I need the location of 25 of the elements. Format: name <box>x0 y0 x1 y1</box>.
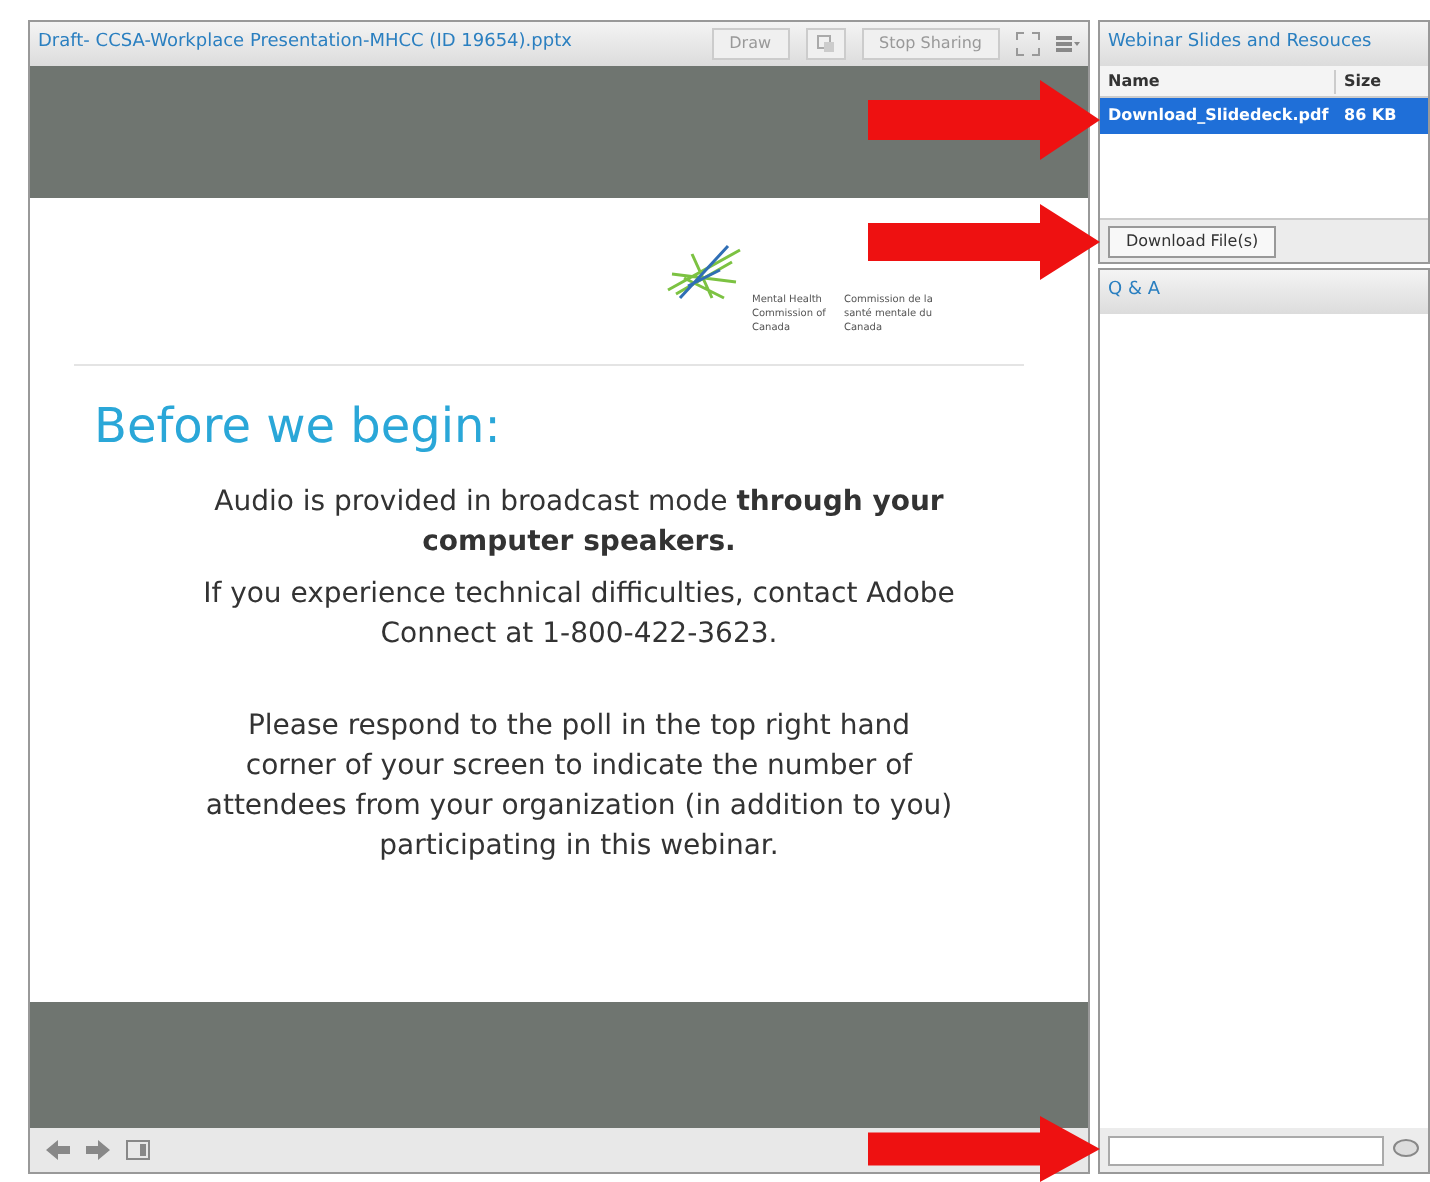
file-row[interactable]: Download_Slidedeck.pdf 86 KB <box>1100 98 1428 134</box>
question-field[interactable] <box>1108 1135 1384 1165</box>
pod-title: Draft- CCSA-Workplace Presentation-MHCC (ID 19654).pptx <box>38 30 572 57</box>
logo-icon <box>664 242 744 302</box>
pod-title: Webinar Slides and Resouces <box>1108 30 1372 57</box>
toolbar-button[interactable]: Stop Sharing <box>861 28 1000 60</box>
slide-text: Please respond to the poll in the top right hand corner of your screen to indicate the number of attendees from your organization (in addition to you) participating in this webinar. <box>203 708 955 866</box>
file-name: Download_Slidedeck.pdf <box>1106 104 1331 128</box>
file-size: 86 KB <box>1342 104 1397 128</box>
slide-title: Before we begin: <box>94 396 503 458</box>
download-button[interactable]: Download File(s) <box>1108 225 1277 257</box>
fullscreen-icon[interactable] <box>1016 32 1040 56</box>
pointer-button[interactable] <box>805 28 846 60</box>
panel-icon[interactable] <box>126 1140 150 1160</box>
toolbar-button[interactable]: Draw <box>711 28 790 60</box>
slide-text: If you experience technical difficulties, contact Adobe Connect at 1-800-422-3623. <box>201 576 957 654</box>
send-icon[interactable] <box>1392 1138 1420 1162</box>
slide-text: Audio is provided in broadcast mode through your computer speakers. <box>212 484 946 562</box>
menu-icon[interactable] <box>1056 36 1080 52</box>
pod-title: Q & A <box>1108 278 1160 305</box>
pointer-icon <box>815 34 836 54</box>
back-icon[interactable] <box>46 1140 70 1160</box>
column-header: Name <box>1100 69 1336 93</box>
column-header: Size <box>1342 69 1382 93</box>
forward-icon[interactable] <box>86 1140 110 1160</box>
